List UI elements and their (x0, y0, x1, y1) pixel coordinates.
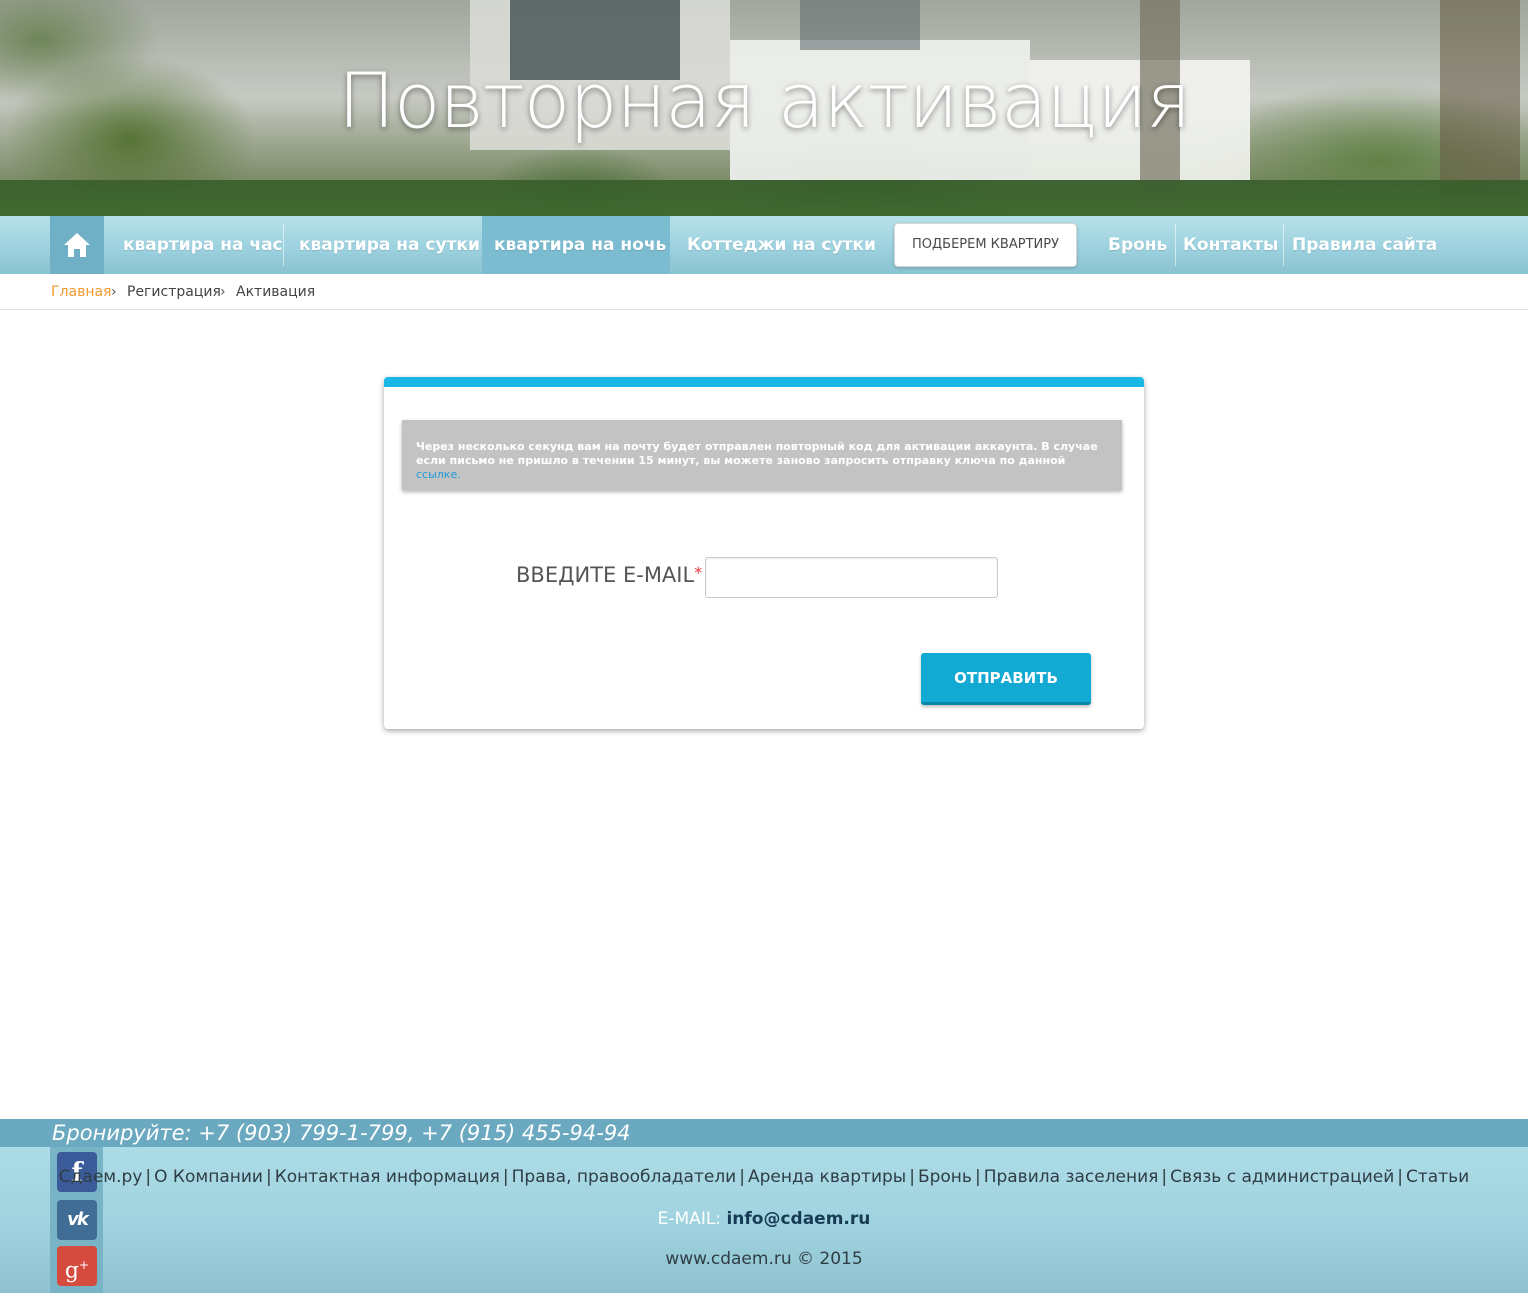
nav-item-rules[interactable]: Правила сайта (1292, 216, 1437, 274)
nav-item-cottages[interactable]: Коттеджи на сутки (687, 216, 876, 274)
footer-email-label: E-MAIL: (657, 1209, 722, 1229)
nav-item-daily[interactable]: квартира на сутки (299, 216, 480, 274)
nav-divider (1175, 224, 1176, 266)
nav-item-night[interactable]: квартира на ночь (482, 216, 670, 274)
footer-link-separator: | (974, 1167, 981, 1187)
page-title: Повторная активация (337, 56, 1191, 145)
resend-link[interactable]: ссылке. (416, 468, 461, 481)
footer: f vk g+ Сдаем.ру | О Компании | Контактная и… (0, 1147, 1528, 1293)
footer-phone-bar: Бронируйте: +7 (903) 799-1-799, +7 (915)… (0, 1119, 1528, 1147)
footer-phones: Бронируйте: +7 (903) 799-1-799, +7 (915)… (52, 1121, 631, 1145)
footer-link-separator: | (265, 1167, 272, 1187)
notice-text: Через несколько секунд вам на почту буде… (416, 440, 1098, 467)
chevron-right-icon: › (220, 284, 226, 300)
footer-link-articles[interactable]: Статьи (1406, 1167, 1469, 1187)
main-nav: квартира на час квартира на сутки кварти… (0, 216, 1528, 274)
footer-link-separator: | (909, 1167, 915, 1187)
footer-link-rental[interactable]: Аренда квартиры (748, 1167, 906, 1187)
footer-email-link[interactable]: info@cdaem.ru (726, 1209, 870, 1229)
footer-link-contact-admin[interactable]: Связь с администрацией (1170, 1167, 1394, 1187)
nav-divider (283, 224, 284, 266)
footer-link-about[interactable]: О Компании (154, 1167, 263, 1187)
footer-link-contact-info[interactable]: Контактная информация (275, 1167, 500, 1187)
home-icon (64, 233, 90, 257)
pick-apartment-button[interactable]: ПОДБЕРЕМ КВАРТИРУ (894, 223, 1077, 267)
footer-link-home[interactable]: Сдаем.ру (59, 1167, 143, 1187)
required-mark: * (694, 563, 703, 582)
email-input[interactable] (705, 557, 998, 598)
nav-item-booking[interactable]: Бронь (1108, 216, 1167, 274)
footer-link-separator: | (502, 1167, 509, 1187)
email-label: ВВЕДИТЕ E-MAIL* (516, 563, 702, 587)
email-label-text: ВВЕДИТЕ E-MAIL (516, 563, 695, 587)
footer-link-separator: | (145, 1167, 152, 1187)
footer-copyright: www.cdaem.ru © 2015 (665, 1249, 863, 1269)
info-notice: Через несколько секунд вам на почту буде… (402, 420, 1122, 490)
nav-item-hourly[interactable]: квартира на час (123, 216, 283, 274)
footer-link-booking[interactable]: Бронь (918, 1167, 972, 1187)
footer-link-separator: | (1397, 1167, 1404, 1187)
footer-link-rights[interactable]: Права, правообладатели (512, 1167, 737, 1187)
breadcrumb-current: Активация (236, 284, 316, 300)
nav-divider (1283, 224, 1284, 266)
footer-links: Сдаем.ру | О Компании | Контактная информаци… (0, 1167, 1528, 1187)
hero-banner: Повторная активация (0, 0, 1528, 216)
footer-email: E-MAIL: info@cdaem.ru (0, 1209, 1528, 1229)
activation-card: Через несколько секунд вам на почту буде… (384, 377, 1144, 729)
footer-link-separator: | (1161, 1167, 1168, 1187)
submit-button[interactable]: ОТПРАВИТЬ (921, 653, 1091, 705)
breadcrumb-registration-link[interactable]: Регистрация (127, 274, 221, 310)
footer-link-separator: | (739, 1167, 745, 1187)
nav-item-contacts[interactable]: Контакты (1183, 216, 1278, 274)
breadcrumb-home-link[interactable]: Главная (51, 274, 111, 310)
breadcrumb: Главная › Регистрация › Активация (0, 274, 1528, 310)
nav-home-button[interactable] (50, 216, 104, 274)
footer-link-checkin-rules[interactable]: Правила заселения (984, 1167, 1159, 1187)
chevron-right-icon: › (111, 284, 117, 300)
